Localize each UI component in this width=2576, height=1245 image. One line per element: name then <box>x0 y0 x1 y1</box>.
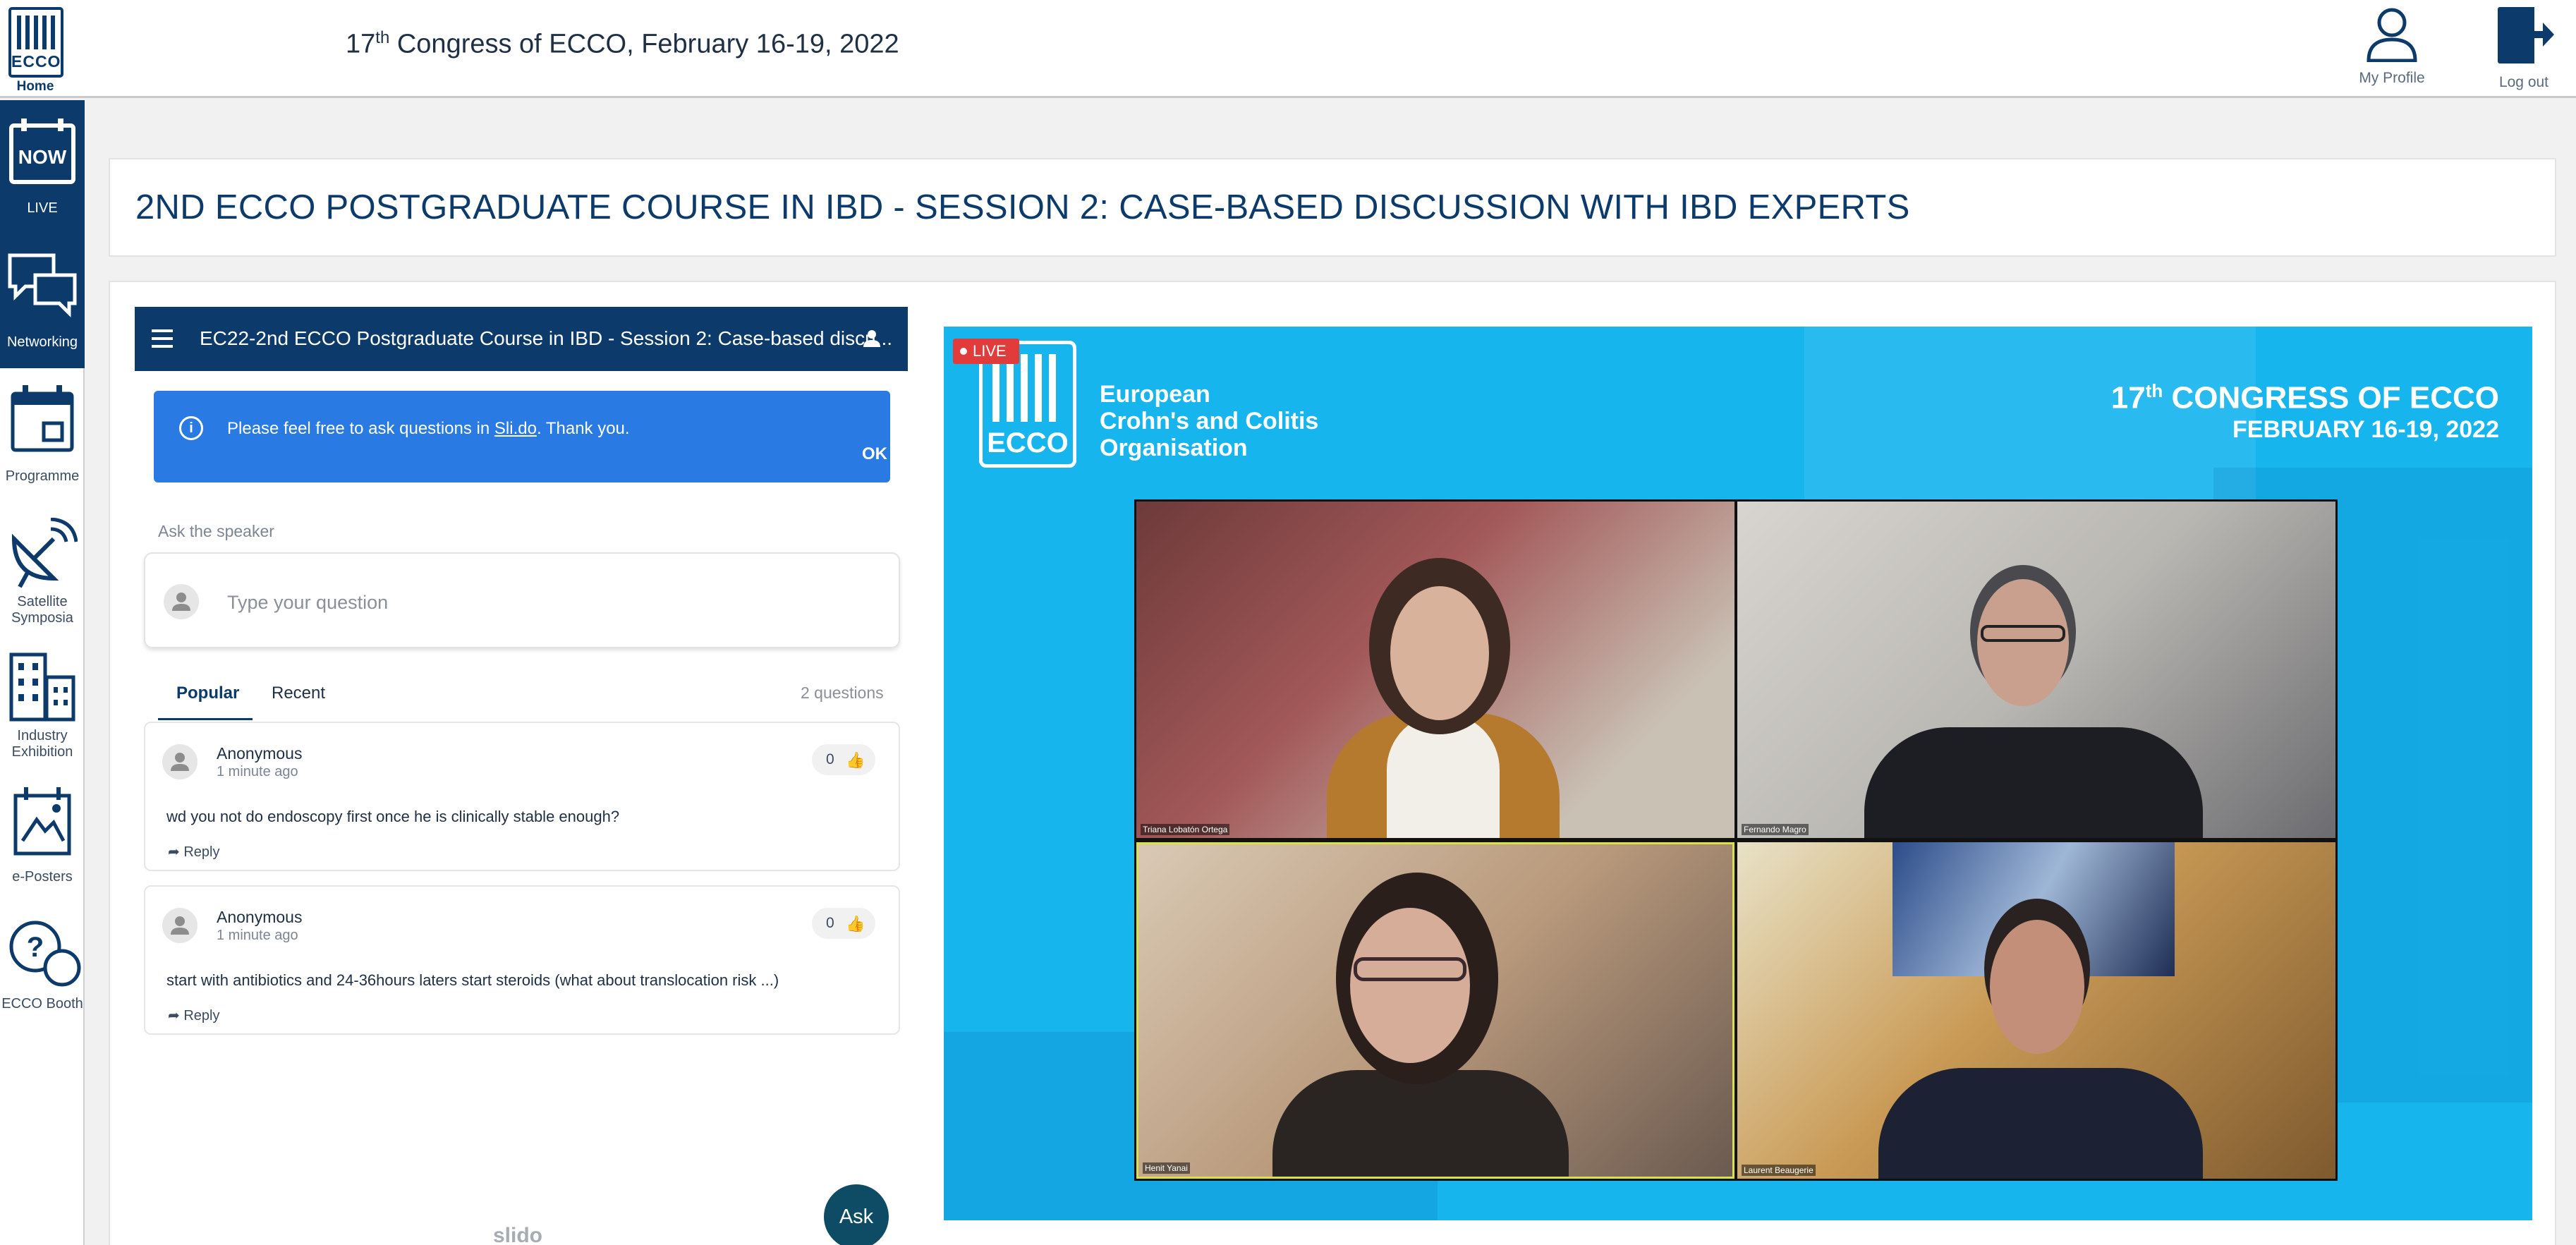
now-icon: NOW <box>9 119 75 184</box>
notice-message: Please feel free to ask questions in Sli… <box>227 419 630 438</box>
speaker-tile: Henit Yanai <box>1136 842 1734 1179</box>
sidebar-item-programme[interactable]: Programme <box>0 368 85 502</box>
question-author: Anonymous <box>217 744 303 763</box>
sidebar-item-label: Satellite Symposia <box>11 594 73 626</box>
my-profile-button[interactable]: My Profile <box>2339 6 2445 87</box>
avatar-icon <box>162 744 198 779</box>
question-card: Anonymous 1 minute ago 0 👍 wd you not do… <box>144 722 900 871</box>
sidebar-item-label: LIVE <box>27 200 58 216</box>
question-bubbles-icon: ? <box>9 921 81 987</box>
question-text: wd you not do endoscopy first once he is… <box>166 808 620 825</box>
top-header: ECCO Home 17th Congress of ECCO, Februar… <box>0 0 2576 98</box>
ask-button[interactable]: Ask <box>824 1184 889 1245</box>
participant-name: Henit Yanai <box>1143 1162 1190 1174</box>
info-icon: i <box>179 416 203 440</box>
ecco-logo: ECCO <box>8 7 63 78</box>
home-label: Home <box>16 79 54 94</box>
notice-ok-button[interactable]: OK <box>862 444 887 464</box>
slido-header-bar: EC22-2nd ECCO Postgraduate Course in IBD… <box>135 307 908 371</box>
organisation-name: European Crohn's and Colitis Organisatio… <box>1100 381 1319 461</box>
buildings-icon <box>9 652 75 722</box>
sidebar-item-satellite-symposia[interactable]: Satellite Symposia <box>0 502 85 636</box>
like-count: 0 <box>826 915 834 931</box>
question-time: 1 minute ago <box>217 764 298 779</box>
question-time: 1 minute ago <box>217 928 298 943</box>
user-icon <box>2367 8 2417 63</box>
logo-text: ECCO <box>11 52 61 71</box>
question-author: Anonymous <box>217 908 303 926</box>
reply-icon: ➦ <box>168 844 184 860</box>
slido-link[interactable]: Sli.do <box>494 419 537 438</box>
session-title: 2ND ECCO POSTGRADUATE COURSE IN IBD - SE… <box>135 188 1910 226</box>
logo-text: ECCO <box>987 427 1069 458</box>
chat-bubbles-icon <box>8 253 77 318</box>
like-button[interactable]: 0 👍 <box>812 908 875 939</box>
now-badge: NOW <box>18 146 67 168</box>
like-count: 0 <box>826 751 834 767</box>
sidebar-item-label: Industry Exhibition <box>11 728 73 760</box>
sidebar-item-networking[interactable]: Networking <box>0 234 85 368</box>
tab-recent[interactable]: Recent <box>272 684 325 703</box>
sidebar-item-e-posters[interactable]: e-Posters <box>0 770 85 904</box>
question-count: 2 questions <box>801 684 884 702</box>
sidebar-item-label: Networking <box>6 334 78 350</box>
user-icon[interactable] <box>861 328 882 349</box>
satellite-dish-icon <box>11 518 78 588</box>
menu-icon[interactable] <box>152 329 173 348</box>
log-out-label: Log out <box>2498 74 2549 90</box>
participant-name: Triana Lobatón Ortega <box>1141 824 1230 835</box>
congress-banner: 17th CONGRESS OF ECCO FEBRUARY 16-19, 20… <box>2110 380 2499 443</box>
sidebar-item-label: ECCO Booth <box>1 996 83 1012</box>
info-notice: i Please feel free to ask questions in S… <box>154 391 890 482</box>
avatar-icon <box>162 908 198 943</box>
speaker-tile: Fernando Magro <box>1737 502 2335 838</box>
avatar-icon <box>164 584 199 619</box>
svg-text:?: ? <box>27 932 44 963</box>
ask-the-speaker-label: Ask the speaker <box>158 522 274 540</box>
calendar-icon <box>11 385 74 452</box>
tab-popular[interactable]: Popular <box>176 684 239 703</box>
session-title-panel: 2ND ECCO POSTGRADUATE COURSE IN IBD - SE… <box>109 158 2556 257</box>
sidebar-item-live[interactable]: NOW LIVE <box>0 100 85 234</box>
sidebar-item-label: e-Posters <box>12 869 73 885</box>
participant-name: Laurent Beaugerie <box>1742 1165 1816 1176</box>
sidebar-item-industry-exhibition[interactable]: Industry Exhibition <box>0 636 85 770</box>
like-button[interactable]: 0 👍 <box>812 744 875 775</box>
reply-button[interactable]: ➦ Reply <box>168 843 219 861</box>
live-video-player[interactable]: ECCO LIVE European Crohn's and Colitis O… <box>944 327 2532 1220</box>
sidebar-item-label: Programme <box>5 468 80 484</box>
speaker-grid: Triana Lobatón Ortega Fernando Magro Hen… <box>1134 499 2338 1181</box>
my-profile-label: My Profile <box>2359 70 2425 86</box>
speaker-tile: Triana Lobatón Ortega <box>1136 502 1734 838</box>
slido-widget: EC22-2nd ECCO Postgraduate Course in IBD… <box>135 307 908 1245</box>
slido-event-title: EC22-2nd ECCO Postgraduate Course in IBD… <box>200 327 893 349</box>
question-card: Anonymous 1 minute ago 0 👍 start with an… <box>144 885 900 1035</box>
participant-name: Fernando Magro <box>1742 824 1809 835</box>
poster-icon <box>13 787 71 856</box>
question-input[interactable]: Type your question <box>144 552 900 648</box>
question-text: start with antibiotics and 24-36hours la… <box>166 971 779 989</box>
question-placeholder: Type your question <box>227 592 389 613</box>
live-badge: LIVE <box>953 339 1019 364</box>
reply-button[interactable]: ➦ Reply <box>168 1007 219 1024</box>
home-button[interactable]: ECCO Home <box>0 0 71 98</box>
thumbs-up-icon: 👍 <box>846 915 865 933</box>
active-tab-indicator <box>158 718 253 720</box>
sidebar: NOW LIVE Networking Programme Satellite … <box>0 100 85 1245</box>
reply-icon: ➦ <box>168 1008 184 1024</box>
speaker-tile: Laurent Beaugerie <box>1737 842 2335 1179</box>
log-out-button[interactable]: Log out <box>2471 6 2576 91</box>
sidebar-item-ecco-booth[interactable]: ? ECCO Booth <box>0 904 85 1038</box>
log-out-icon <box>2498 7 2554 63</box>
conference-title: 17th Congress of ECCO, February 16-19, 2… <box>346 28 899 59</box>
slido-logo: slido <box>493 1224 543 1245</box>
thumbs-up-icon: 👍 <box>846 751 865 769</box>
